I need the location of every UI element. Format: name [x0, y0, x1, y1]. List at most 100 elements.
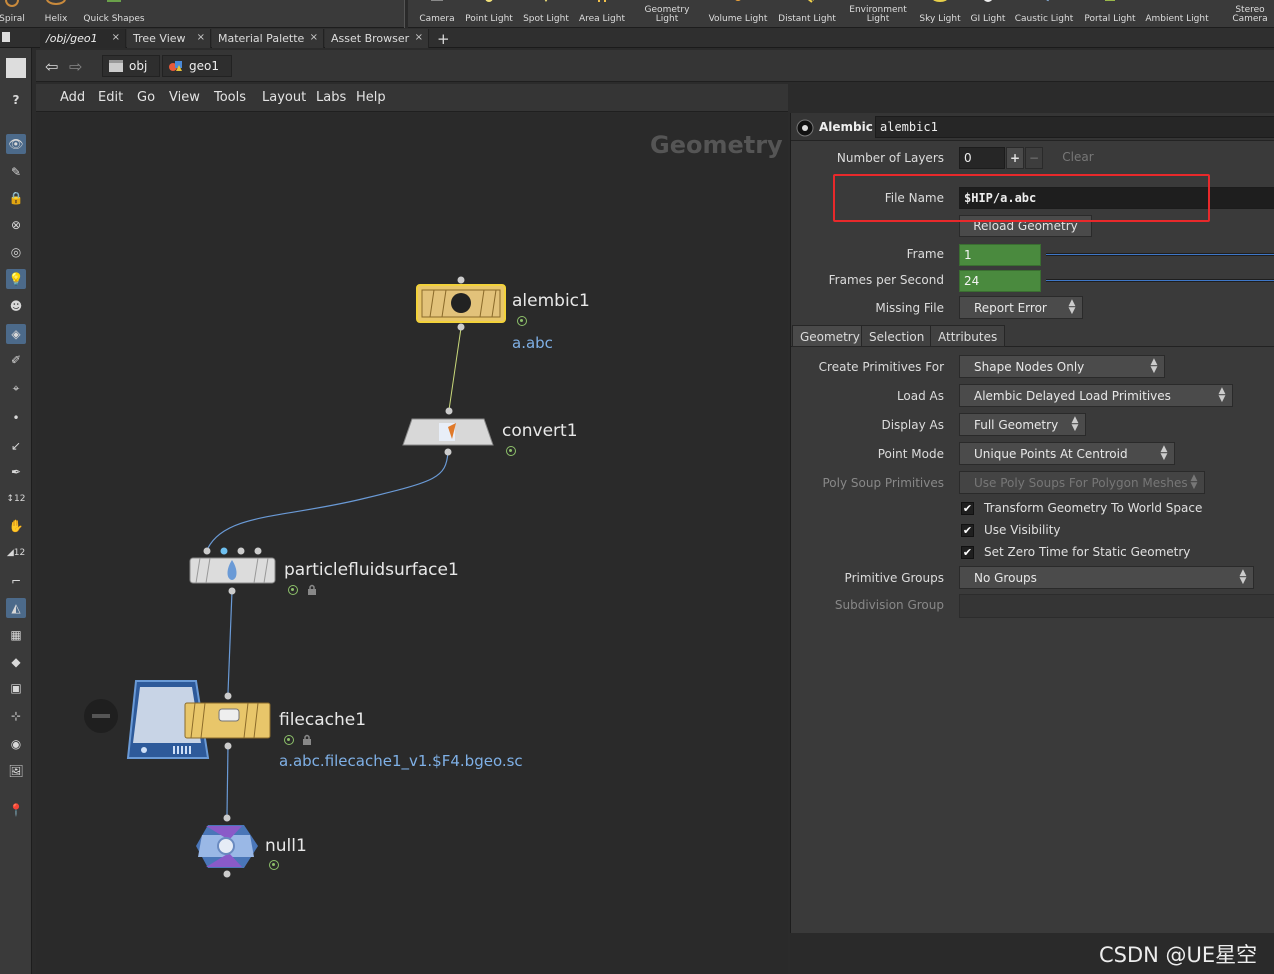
menu-add[interactable]: Add [60, 90, 85, 105]
transform-tool-icon[interactable]: ⊹ [6, 706, 26, 726]
shelf-tool-environment-light[interactable]: Environment Light [846, 0, 910, 28]
shelf-tool-geometry-light[interactable]: Geometry Light [640, 0, 694, 28]
fps-field[interactable]: 24 [959, 270, 1041, 292]
display-flag-icon[interactable] [269, 860, 279, 870]
shelf-tool-camera[interactable]: Camera [418, 0, 456, 28]
breadcrumb-obj[interactable]: obj [102, 55, 160, 77]
shape-tool-icon[interactable]: ◆ [6, 652, 26, 672]
shelf-tool-spiral[interactable]: Spiral [0, 0, 25, 28]
pane-menu-icon[interactable] [2, 32, 10, 42]
tab-attributes[interactable]: Attributes [930, 325, 1006, 347]
fps-slider[interactable] [1046, 279, 1274, 282]
transform-geometry-checkbox[interactable]: ✔ [961, 502, 974, 515]
image-tool-icon[interactable]: 🖼 [6, 761, 26, 781]
tab-material-palette[interactable]: Material Palette × [212, 29, 324, 48]
grid-tool-icon[interactable]: ▣ [6, 678, 26, 698]
create-primitives-menu[interactable]: Shape Nodes Only ▲ ▼ [959, 355, 1165, 378]
menu-tools[interactable]: Tools [214, 90, 246, 105]
use-visibility-checkbox[interactable]: ✔ [961, 524, 974, 537]
display-flag-icon[interactable] [506, 446, 516, 456]
tab-selection[interactable]: Selection [861, 325, 933, 347]
frame-field[interactable]: 1 [959, 244, 1041, 266]
breadcrumb-geo1[interactable]: geo1 [162, 55, 232, 77]
display-flag-icon[interactable] [517, 316, 527, 326]
tab-tree-view[interactable]: Tree View × [127, 29, 211, 48]
lock-icon[interactable] [307, 584, 317, 595]
forward-arrow-icon[interactable]: ⇨ [69, 57, 82, 76]
target-tool-icon[interactable]: ◉ [6, 734, 26, 754]
shelf-tool-gi-light[interactable]: GI Light [968, 0, 1008, 28]
close-icon[interactable]: × [415, 32, 423, 43]
ruler-tool-icon[interactable]: ◢12 [6, 543, 26, 563]
display-flag-icon[interactable] [284, 735, 294, 745]
sculpt-tool-icon[interactable]: ◭ [6, 598, 26, 618]
node-name-field[interactable]: alembic1 [875, 116, 1274, 138]
shelf-tool-quick-shapes[interactable]: Quick Shapes [82, 0, 146, 28]
node-name-alembic1[interactable]: alembic1 [512, 291, 590, 311]
paint-tool-icon[interactable]: ✋ [6, 516, 26, 536]
shelf-tool-point-light[interactable]: Point Light [463, 0, 515, 28]
poly-soup-menu[interactable]: Use Poly Soups For Polygon Meshes ▲ ▼ [959, 471, 1205, 494]
location-pin-icon[interactable]: 📍 [6, 800, 26, 820]
missing-file-menu[interactable]: Report Error ▲ ▼ [959, 296, 1083, 319]
shelf-tool-ambient-light[interactable]: Ambient Light [1143, 0, 1211, 28]
shelf-tool-spot-light[interactable]: Spot Light [522, 0, 570, 28]
menu-layout[interactable]: Layout [262, 90, 306, 105]
close-icon[interactable]: × [310, 32, 318, 43]
lock-icon[interactable] [302, 734, 312, 745]
close-icon[interactable]: × [112, 32, 120, 43]
shelf-tool-portal-light[interactable]: Portal Light [1082, 0, 1138, 28]
shelf-tool-area-light[interactable]: Area Light [578, 0, 626, 28]
shelf-tool-helix[interactable]: Helix [42, 0, 70, 28]
node-name-particlefluidsurface1[interactable]: particlefluidsurface1 [284, 560, 459, 580]
select-mode-icon[interactable] [6, 58, 26, 78]
point-tool-icon[interactable]: • [6, 408, 26, 428]
lock-icon[interactable]: 🔒 [6, 188, 26, 208]
remove-layer-button[interactable]: − [1025, 147, 1043, 169]
tab-asset-browser[interactable]: Asset Browser × [325, 29, 429, 48]
tab-geometry[interactable]: Geometry [792, 325, 868, 347]
shelf-tool-stereo-camera[interactable]: Stereo Camera [1226, 0, 1274, 28]
add-tab-button[interactable]: + [437, 30, 450, 48]
load-as-menu[interactable]: Alembic Delayed Load Primitives ▲ ▼ [959, 384, 1233, 407]
camera-tool-icon[interactable]: ⌖ [6, 378, 26, 398]
network-editor[interactable]: Geometry alembic1 a.abc convert1 particl… [36, 113, 788, 974]
primitive-groups-menu[interactable]: No Groups ▲ ▼ [959, 566, 1254, 589]
light-tool-icon[interactable]: 💡 [6, 269, 26, 289]
angle-tool-icon[interactable]: ⌐ [6, 571, 26, 591]
measure-tool-icon[interactable]: ↕12 [6, 489, 26, 509]
shelf-tool-volume-light[interactable]: Volume Light [706, 0, 770, 28]
close-icon[interactable]: × [197, 32, 205, 43]
brush-tool-icon[interactable]: ✐ [6, 350, 26, 370]
frame-slider[interactable] [1046, 253, 1274, 256]
menu-help[interactable]: Help [356, 90, 386, 105]
number-of-layers-field[interactable]: 0 [959, 147, 1005, 169]
subdivision-group-field[interactable] [959, 594, 1274, 618]
display-as-menu[interactable]: Full Geometry ▲ ▼ [959, 413, 1086, 436]
handle-tool-icon[interactable]: ⊗ [6, 215, 26, 235]
display-flag-icon[interactable] [288, 585, 298, 595]
help-icon[interactable]: ? [6, 90, 26, 110]
sphere-tool-icon[interactable]: ◎ [6, 242, 26, 262]
pen-tool-icon[interactable]: ✒ [6, 462, 26, 482]
back-arrow-icon[interactable]: ⇦ [45, 57, 58, 76]
point-mode-menu[interactable]: Unique Points At Centroid ▲ ▼ [959, 442, 1175, 465]
menu-go[interactable]: Go [137, 90, 155, 105]
zero-time-checkbox[interactable]: ✔ [961, 546, 974, 559]
menu-labs[interactable]: Labs [316, 90, 346, 105]
texture-tool-icon[interactable]: ▦ [6, 625, 26, 645]
menu-view[interactable]: View [169, 90, 200, 105]
node-name-filecache1[interactable]: filecache1 [279, 710, 366, 730]
add-layer-button[interactable]: + [1006, 147, 1024, 169]
snap-tool-icon[interactable]: ◈ [6, 324, 26, 344]
menu-edit[interactable]: Edit [98, 90, 123, 105]
shelf-tool-distant-light[interactable]: Distant Light [776, 0, 838, 28]
view-tool-icon[interactable]: 👁 [6, 134, 26, 154]
node-name-null1[interactable]: null1 [265, 836, 307, 856]
shelf-tool-caustic-light[interactable]: Caustic Light [1013, 0, 1075, 28]
node-name-convert1[interactable]: convert1 [502, 421, 578, 441]
pose-tool-icon[interactable]: ✎ [6, 162, 26, 182]
shelf-tool-sky-light[interactable]: Sky Light [918, 0, 962, 28]
tab-network-editor[interactable]: /obj/geo1 × [40, 29, 126, 48]
skull-tool-icon[interactable]: ☻ [6, 296, 26, 316]
